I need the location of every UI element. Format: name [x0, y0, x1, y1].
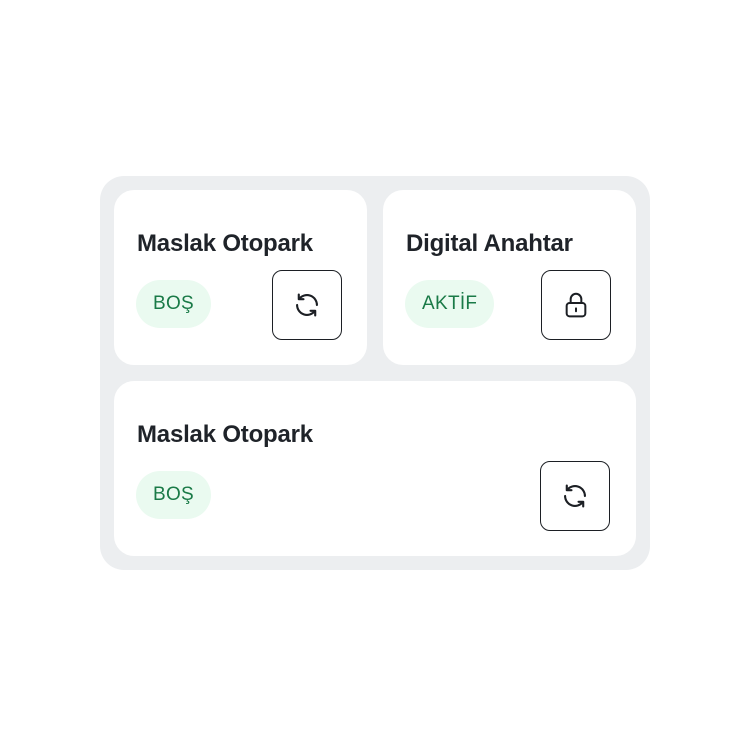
refresh-icon	[558, 479, 592, 513]
lock-button[interactable]	[541, 270, 611, 340]
status-badge: BOŞ	[136, 471, 212, 519]
refresh-button[interactable]	[540, 461, 610, 531]
widget-panel: Maslak Otopark BOŞ Digital Anahtar AKTİF	[100, 176, 650, 570]
card-title: Digital Anahtar	[406, 230, 573, 257]
refresh-icon	[290, 288, 324, 322]
card-title: Maslak Otopark	[137, 230, 313, 257]
parking-card: Maslak Otopark BOŞ	[114, 190, 367, 365]
card-title: Maslak Otopark	[137, 421, 313, 448]
status-badge: BOŞ	[136, 280, 212, 328]
digital-key-card: Digital Anahtar AKTİF	[383, 190, 636, 365]
status-badge: AKTİF	[405, 280, 495, 328]
lock-icon	[560, 289, 592, 321]
parking-card: Maslak Otopark BOŞ	[114, 381, 636, 556]
refresh-button[interactable]	[272, 270, 342, 340]
